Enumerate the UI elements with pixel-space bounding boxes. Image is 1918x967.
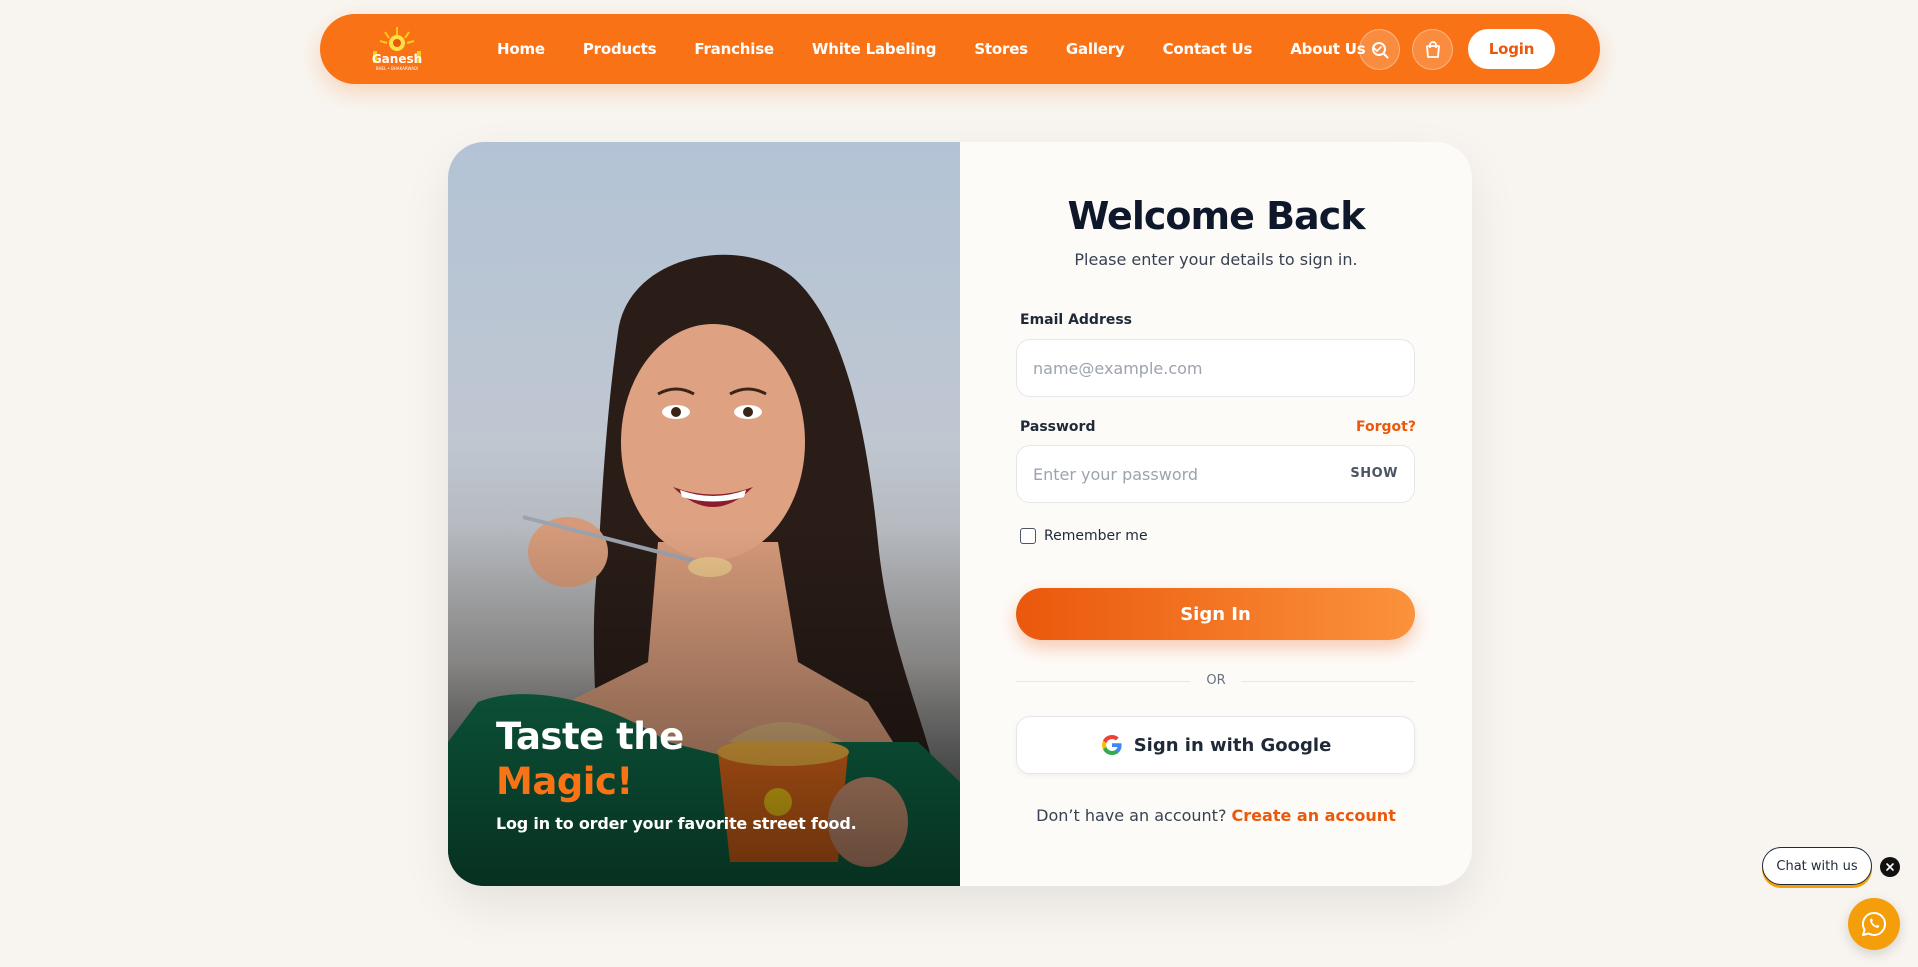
signin-form-panel: Welcome Back Please enter your details t… [960, 142, 1472, 886]
email-field[interactable]: name@example.com [1016, 339, 1415, 397]
form-title: Welcome Back [1067, 194, 1366, 238]
hero-title: Taste the Magic! [496, 714, 684, 804]
nav-products[interactable]: Products [583, 40, 657, 58]
or-divider-right [1241, 681, 1415, 682]
nav-links: Home Products Franchise White Labeling S… [497, 14, 1421, 84]
chat-with-us-bubble[interactable]: Chat with us [1762, 847, 1872, 885]
form-subtitle: Please enter your details to sign in. [1074, 250, 1358, 269]
close-icon [1886, 863, 1894, 871]
nav-home[interactable]: Home [497, 40, 545, 58]
nav-white-labeling[interactable]: White Labeling [812, 40, 937, 58]
password-field[interactable]: Enter your password SHOW [1016, 445, 1415, 503]
nav-franchise[interactable]: Franchise [694, 40, 774, 58]
signup-prompt: Don’t have an account? [1036, 806, 1227, 825]
password-label: Password [1020, 419, 1096, 435]
email-label: Email Address [1020, 312, 1133, 328]
search-icon [1371, 41, 1388, 58]
signup-row: Don’t have an account? Create an account [960, 806, 1472, 825]
google-icon [1101, 735, 1122, 755]
login-card: Taste the Magic! Log in to order your fa… [448, 142, 1472, 886]
email-placeholder: name@example.com [1033, 358, 1203, 378]
cart-button[interactable] [1412, 29, 1453, 70]
nav-gallery[interactable]: Gallery [1066, 40, 1125, 58]
nav-about-us-label: About Us [1290, 40, 1366, 58]
hero-title-accent: Magic! [496, 760, 633, 803]
show-password-toggle[interactable]: SHOW [1350, 466, 1398, 481]
google-signin-button[interactable]: Sign in with Google [1016, 716, 1415, 774]
brand-tagline: BHEL • BHAKARWADI [376, 66, 419, 71]
search-button[interactable] [1359, 29, 1400, 70]
whatsapp-button[interactable] [1848, 898, 1900, 950]
hero-title-line1: Taste the [496, 715, 684, 758]
nav-stores[interactable]: Stores [974, 40, 1028, 58]
whatsapp-icon [1861, 911, 1886, 936]
brand-name: Ganesh [372, 52, 422, 66]
remember-me-row: Remember me [1020, 528, 1148, 544]
password-placeholder: Enter your password [1033, 464, 1199, 484]
hero-subtitle: Log in to order your favorite street foo… [496, 814, 857, 833]
nav-contact-us[interactable]: Contact Us [1163, 40, 1253, 58]
create-account-link[interactable]: Create an account [1232, 806, 1396, 825]
brand-logo[interactable]: Ganesh BHEL • BHAKARWADI [370, 23, 424, 75]
top-navbar: Ganesh BHEL • BHAKARWADI Home Products F… [320, 14, 1600, 84]
login-button[interactable]: Login [1468, 29, 1555, 69]
hero-image-panel: Taste the Magic! Log in to order your fa… [448, 142, 960, 886]
remember-me-checkbox[interactable] [1020, 528, 1036, 544]
chat-close-button[interactable] [1880, 857, 1900, 877]
google-signin-label: Sign in with Google [1133, 734, 1332, 756]
forgot-password-link[interactable]: Forgot? [1356, 419, 1416, 435]
sign-in-button[interactable]: Sign In [1016, 588, 1415, 640]
remember-me-label: Remember me [1044, 528, 1148, 544]
shopping-bag-icon [1425, 40, 1440, 58]
